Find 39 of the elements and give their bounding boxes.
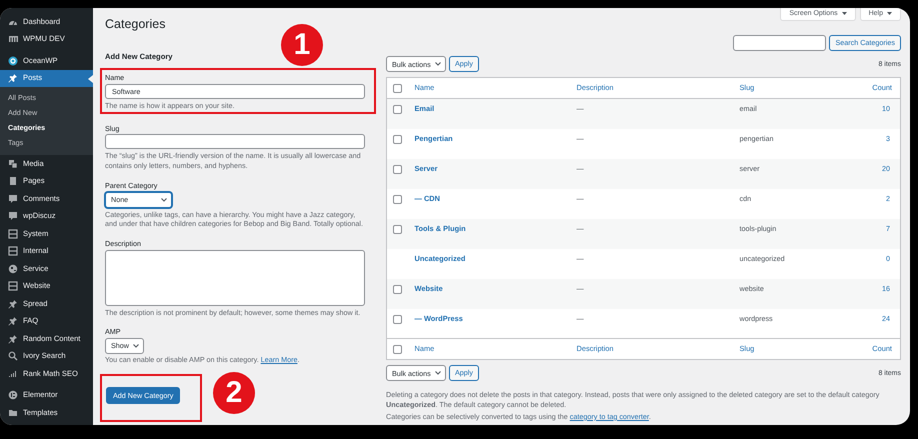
row-checkbox[interactable] xyxy=(393,164,402,174)
row-checkbox[interactable] xyxy=(393,224,402,234)
search-field[interactable] xyxy=(733,35,826,52)
layout-icon xyxy=(8,281,18,292)
chevron-down-icon xyxy=(435,371,441,376)
page-title: Categories xyxy=(105,17,166,32)
page-icon xyxy=(8,176,18,186)
row-checkbox[interactable] xyxy=(393,284,402,294)
comment-icon xyxy=(8,194,18,204)
caret-icon xyxy=(842,12,847,16)
chevron-down-icon xyxy=(132,344,139,348)
logo-icon xyxy=(8,34,18,44)
pin-icon xyxy=(8,298,18,309)
description-field[interactable] xyxy=(105,250,365,306)
search-icon xyxy=(8,351,18,362)
chart-icon xyxy=(8,368,18,379)
row-checkbox[interactable] xyxy=(393,105,402,114)
pin-icon xyxy=(8,73,18,84)
ring-icon xyxy=(8,56,18,66)
chevron-down-icon xyxy=(435,62,441,66)
media-icon xyxy=(8,158,18,169)
select-all-checkbox[interactable] xyxy=(393,344,402,354)
layout-icon xyxy=(8,246,18,256)
folder-icon xyxy=(8,408,18,418)
layout-icon xyxy=(8,228,18,239)
row-checkbox[interactable] xyxy=(393,194,402,204)
row-checkbox[interactable] xyxy=(393,314,402,324)
select-all-checkbox[interactable] xyxy=(393,84,402,93)
step-number: 1 xyxy=(281,24,323,66)
chevron-down-icon xyxy=(161,198,167,202)
comment-icon xyxy=(8,211,18,222)
row-checkbox[interactable] xyxy=(393,134,402,144)
globe-icon xyxy=(8,264,18,274)
pin-icon xyxy=(8,334,18,344)
pin-icon xyxy=(8,316,18,326)
circle-icon xyxy=(8,390,18,400)
caret-icon xyxy=(887,12,892,16)
slug-field[interactable] xyxy=(105,134,365,150)
step-number: 2 xyxy=(213,372,255,414)
